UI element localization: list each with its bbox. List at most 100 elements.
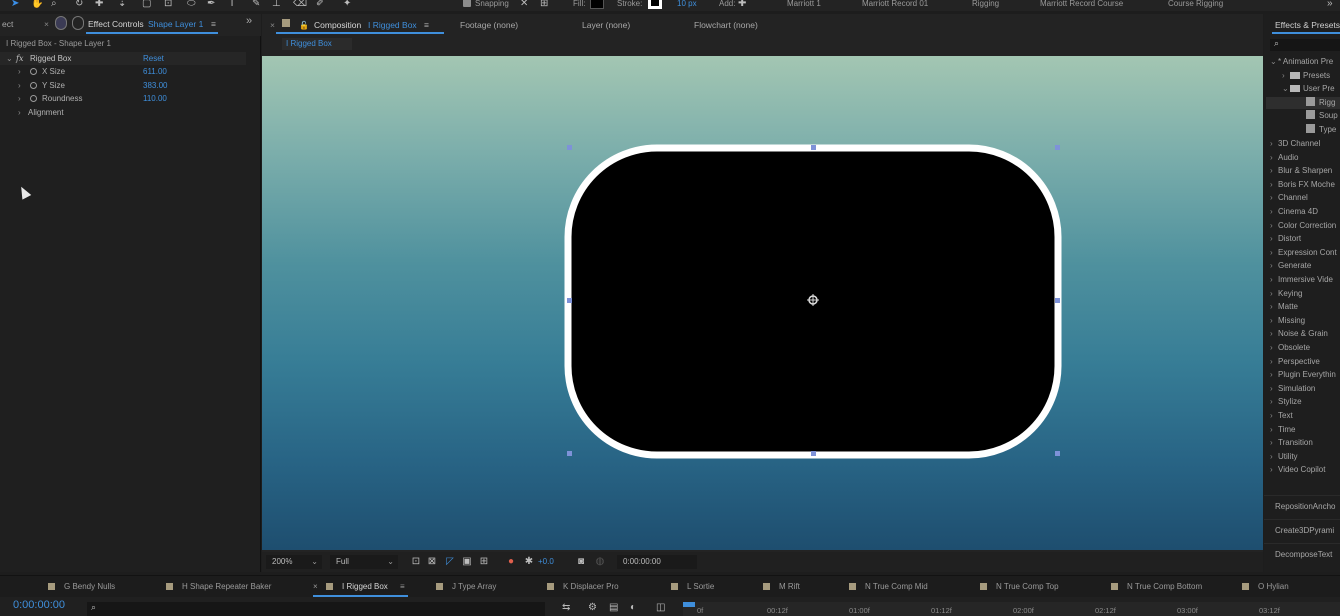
- effect-category[interactable]: › Time: [1270, 424, 1295, 436]
- effect-category[interactable]: › Utility: [1270, 451, 1298, 463]
- graph-editor-icon[interactable]: ◫: [656, 602, 665, 613]
- exposure-value[interactable]: +0.0: [538, 557, 554, 566]
- lock-icon[interactable]: [55, 16, 67, 30]
- tree-item-user-presets[interactable]: ⌄ User Pre: [1282, 83, 1335, 95]
- effect-category[interactable]: › Stylize: [1270, 396, 1302, 408]
- effect-category[interactable]: › Missing: [1270, 315, 1305, 327]
- effect-category[interactable]: › Immersive Vide: [1270, 274, 1333, 286]
- snapshot-icon[interactable]: ◙: [575, 556, 587, 568]
- zoom-dropdown[interactable]: 200% ⌄: [266, 555, 322, 569]
- effects-search-input[interactable]: ⌕: [1270, 38, 1340, 51]
- shy-layers-icon[interactable]: ▤: [609, 602, 618, 613]
- effect-category[interactable]: › Audio: [1270, 152, 1298, 164]
- type-tool-icon[interactable]: T: [229, 0, 235, 10]
- layer-search-input[interactable]: ⌕: [87, 602, 545, 616]
- timeline-tab[interactable]: O Hylian: [1242, 582, 1289, 591]
- script-panel-create-3d-pyramid[interactable]: Create3DPyrami: [1264, 519, 1340, 541]
- script-panel-reposition-anchor[interactable]: RepositionAncho: [1264, 495, 1340, 517]
- timeline-tab[interactable]: L Sortie: [671, 582, 714, 591]
- handle-top-center[interactable]: [811, 145, 816, 150]
- comp-breadcrumb[interactable]: I Rigged Box: [282, 38, 352, 50]
- grid-options-icon[interactable]: ⊞: [478, 556, 490, 568]
- handle-top-right[interactable]: [1055, 145, 1060, 150]
- effect-category[interactable]: › Distort: [1270, 233, 1301, 245]
- effect-category[interactable]: › Video Copilot: [1270, 464, 1325, 476]
- current-time-display[interactable]: 0:00:00:00: [13, 599, 65, 611]
- hand-tool-icon[interactable]: ✋: [31, 0, 43, 10]
- motion-blur-icon[interactable]: ◐: [630, 602, 636, 613]
- effect-category[interactable]: › Boris FX Moche: [1270, 179, 1335, 191]
- workspace-overflow-icon[interactable]: »: [1327, 0, 1333, 10]
- effect-row-rigged-box[interactable]: ⌄ fx Rigged Box Reset: [0, 52, 246, 65]
- collapse-icon[interactable]: ⌄: [6, 52, 13, 65]
- tree-item-presets[interactable]: › Presets: [1282, 70, 1330, 82]
- effect-category[interactable]: › Plugin Everythin: [1270, 369, 1336, 381]
- expand-icon[interactable]: ›: [18, 92, 21, 105]
- composition-tab-label[interactable]: Composition: [314, 20, 361, 31]
- expand-icon[interactable]: ›: [18, 79, 21, 92]
- stroke-width-value[interactable]: 10 px: [677, 0, 697, 9]
- show-snapshot-icon[interactable]: ◍: [594, 556, 606, 568]
- workspace-5[interactable]: Course Rigging: [1168, 0, 1223, 9]
- timeline-tab[interactable]: G Bendy Nulls: [48, 582, 115, 591]
- effect-category[interactable]: › Noise & Grain: [1270, 328, 1328, 340]
- property-value[interactable]: 383.00: [143, 79, 167, 92]
- shape-tool-icon[interactable]: ⬭: [187, 0, 196, 10]
- timeline-tab[interactable]: M Rift: [763, 582, 800, 591]
- close-icon[interactable]: ×: [44, 19, 49, 30]
- handle-mid-right[interactable]: [1055, 298, 1060, 303]
- effect-controls-tab-label[interactable]: Effect Controls: [88, 19, 144, 30]
- exposure-reset-icon[interactable]: ✱: [523, 556, 535, 568]
- property-row-roundness[interactable]: › Roundness 110.00: [0, 92, 246, 105]
- rectangle-tool-icon[interactable]: ▢: [142, 0, 151, 10]
- mask-visibility-icon[interactable]: ◸: [444, 556, 456, 568]
- close-icon[interactable]: ×: [313, 582, 318, 591]
- eraser-tool-icon[interactable]: ⌫: [293, 0, 307, 10]
- transparency-grid-icon[interactable]: ⊠: [426, 556, 438, 568]
- fill-color-swatch[interactable]: [590, 0, 604, 9]
- work-area-start[interactable]: [683, 602, 695, 607]
- hamburger-menu-icon[interactable]: ≡: [211, 19, 216, 30]
- comp-canvas[interactable]: [262, 56, 1263, 550]
- anchor-tool-icon[interactable]: ⇣: [118, 0, 126, 10]
- project-tab[interactable]: ect: [2, 19, 13, 30]
- effect-category[interactable]: › 3D Channel: [1270, 138, 1320, 150]
- composition-name[interactable]: I Rigged Box: [368, 20, 417, 31]
- timeline-tab[interactable]: N True Comp Mid: [849, 582, 928, 591]
- effect-category[interactable]: › Blur & Sharpen: [1270, 165, 1332, 177]
- effect-category[interactable]: › Perspective: [1270, 356, 1320, 368]
- effect-category[interactable]: › Obsolete: [1270, 342, 1310, 354]
- effect-category[interactable]: › Expression Cont: [1270, 247, 1337, 259]
- effects-presets-title[interactable]: Effects & Presets: [1275, 20, 1340, 30]
- composition-viewer[interactable]: [262, 56, 1263, 550]
- fx-icon[interactable]: fx: [16, 52, 23, 65]
- camera-tool-icon[interactable]: ✚: [95, 0, 103, 10]
- expand-icon[interactable]: ›: [18, 106, 21, 119]
- color-channels-icon[interactable]: ●: [505, 556, 517, 568]
- property-value[interactable]: 611.00: [143, 65, 167, 78]
- tree-item-soup-preset[interactable]: Soup: [1306, 110, 1338, 122]
- stopwatch-icon[interactable]: [30, 95, 37, 102]
- workspace-3[interactable]: Rigging: [972, 0, 999, 9]
- zoom-tool-icon[interactable]: ⌕: [51, 0, 57, 10]
- puppet-pin-tool-icon[interactable]: ✦: [343, 0, 351, 10]
- property-group-alignment[interactable]: › Alignment: [0, 106, 246, 119]
- handle-mid-left[interactable]: [567, 298, 572, 303]
- comp-menu-icon[interactable]: ≡: [424, 20, 429, 31]
- timeline-tab[interactable]: N True Comp Top: [980, 582, 1059, 591]
- timeline-tab[interactable]: H Shape Repeater Baker: [166, 582, 271, 591]
- handle-bottom-center[interactable]: [811, 451, 816, 456]
- time-ruler[interactable]: 0f 00:12f 01:00f 01:12f 02:00f 02:12f 03:00f 03…: [683, 602, 1340, 616]
- timeline-tab[interactable]: N True Comp Bottom: [1111, 582, 1202, 591]
- effect-category[interactable]: › Transition: [1270, 437, 1313, 449]
- viewer-timecode[interactable]: 0:00:00:00: [617, 555, 697, 569]
- snap-grid-icon[interactable]: ⊞: [540, 0, 548, 10]
- brush-tool-icon[interactable]: ✎: [252, 0, 260, 10]
- workspace-1[interactable]: Marriott 1: [787, 0, 821, 9]
- rotate-tool-icon[interactable]: ↻: [75, 0, 83, 10]
- effect-category[interactable]: › Cinema 4D: [1270, 206, 1318, 218]
- region-of-interest-icon[interactable]: ⊡: [410, 556, 422, 568]
- clone-stamp-tool-icon[interactable]: ⊥: [272, 0, 281, 10]
- panel-menu-icon[interactable]: [72, 16, 84, 30]
- lock-icon[interactable]: 🔓: [299, 20, 309, 31]
